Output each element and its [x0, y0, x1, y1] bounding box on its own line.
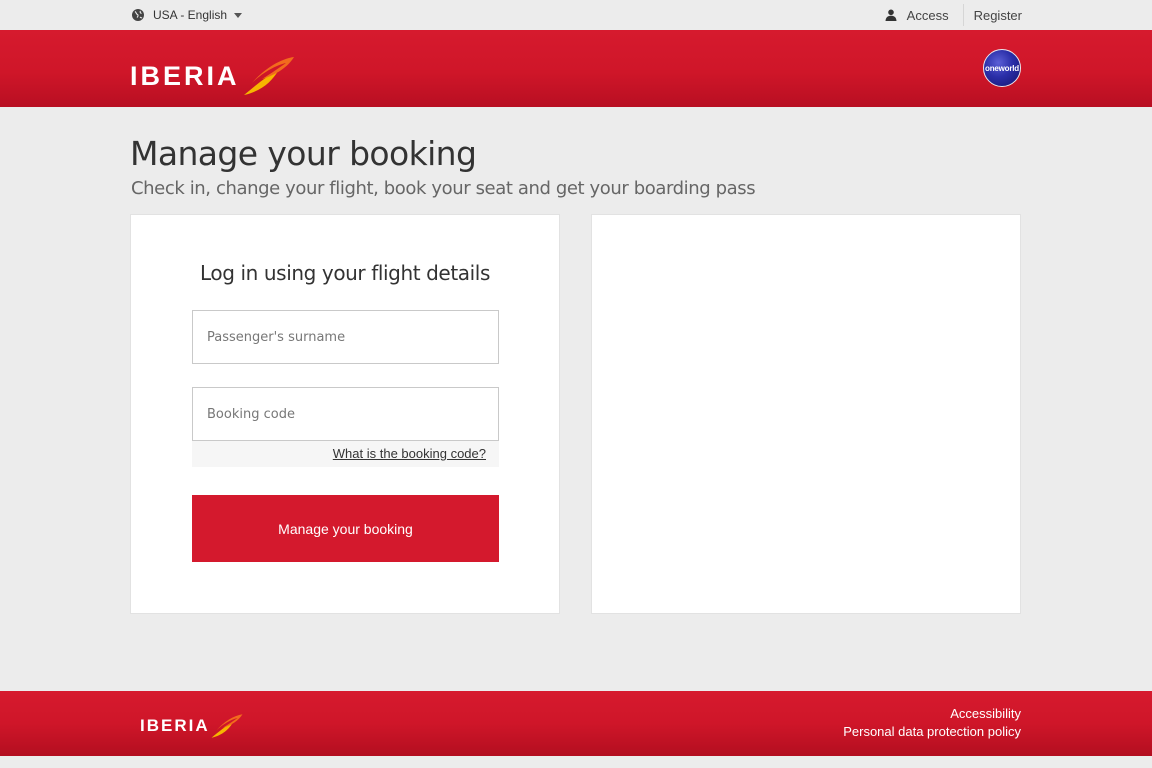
language-selector[interactable]: USA - English — [131, 7, 243, 23]
footer-logo-text: IBERIA — [140, 716, 210, 735]
iberia-logo[interactable]: IBERIA — [130, 55, 296, 97]
iberia-logo-mark — [243, 57, 294, 95]
booking-code-input[interactable] — [192, 387, 499, 441]
user-icon — [885, 9, 897, 21]
page-subtitle: Check in, change your flight, book your … — [131, 178, 756, 199]
top-utility-bar: USA - English Access Register — [0, 0, 1152, 30]
account-links: Access Register — [885, 4, 1022, 26]
surname-input[interactable] — [192, 310, 499, 364]
register-link[interactable]: Register — [964, 8, 1022, 23]
footer-links: Accessibility Personal data protection p… — [843, 705, 1021, 741]
info-panel — [591, 214, 1021, 614]
login-form-title: Log in using your flight details — [200, 261, 490, 285]
booking-code-help: What is the booking code? — [192, 441, 499, 467]
booking-code-help-link[interactable]: What is the booking code? — [333, 446, 486, 461]
manage-booking-button[interactable]: Manage your booking — [192, 495, 499, 562]
globe-icon — [132, 9, 144, 21]
login-panel: Log in using your flight details What is… — [130, 214, 560, 614]
page-title: Manage your booking — [130, 134, 477, 173]
logo-text: IBERIA — [130, 61, 240, 91]
caret-down-icon — [234, 12, 243, 18]
privacy-policy-link[interactable]: Personal data protection policy — [843, 723, 1021, 741]
iberia-logo-mark — [211, 714, 243, 738]
language-label: USA - English — [153, 8, 228, 22]
access-link[interactable]: Access — [885, 8, 963, 23]
access-label: Access — [906, 7, 949, 23]
accessibility-link[interactable]: Accessibility — [843, 705, 1021, 723]
footer-iberia-logo[interactable]: IBERIA — [140, 713, 244, 739]
bottom-strip — [0, 756, 1152, 768]
oneworld-logo[interactable]: oneworld — [983, 49, 1021, 87]
